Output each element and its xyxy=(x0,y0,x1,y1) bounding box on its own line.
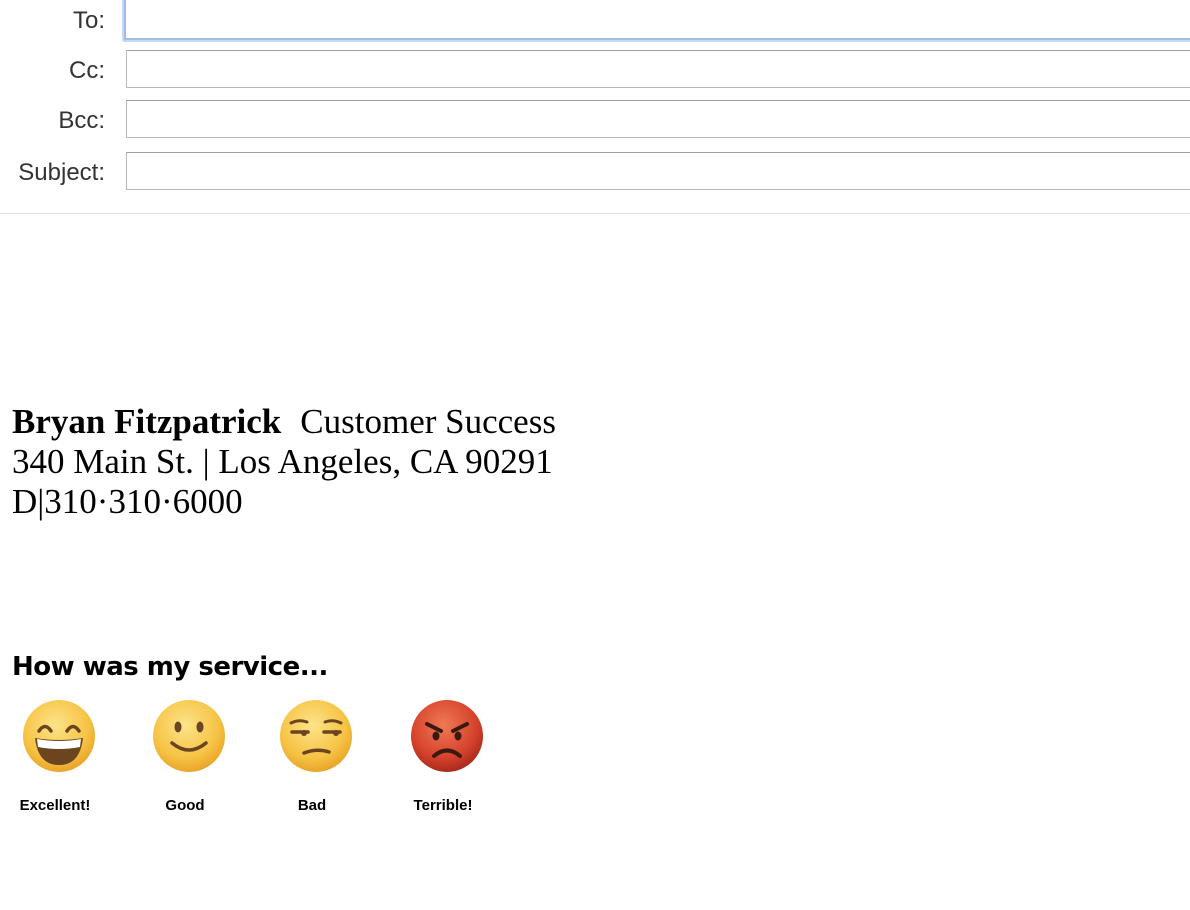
unamused-face-icon xyxy=(280,700,352,772)
signature-title: Customer Success xyxy=(300,402,556,441)
bcc-input[interactable] xyxy=(126,100,1190,138)
rating-label-terrible: Terrible! xyxy=(413,797,473,814)
to-input[interactable] xyxy=(124,0,1190,40)
to-label: To: xyxy=(72,7,105,34)
signature-address: 340 Main St. | Los Angeles, CA 90291 xyxy=(12,442,553,481)
cc-field-row: Cc: xyxy=(0,50,1190,92)
rating-bad[interactable]: Bad xyxy=(257,697,367,827)
cc-label: Cc: xyxy=(69,57,105,84)
cc-input[interactable] xyxy=(126,50,1190,88)
slightly-smiling-face-icon xyxy=(153,700,225,772)
header-divider xyxy=(0,213,1190,214)
survey-heading: How was my service... xyxy=(12,652,328,682)
rating-label-bad: Bad xyxy=(297,797,327,814)
rating-label-excellent: Excellent! xyxy=(19,797,91,814)
email-signature: Bryan Fitzpatrick Customer Success 340 Ma… xyxy=(12,402,556,522)
compose-header: To: Cc: Bcc: Subject: xyxy=(0,0,1190,214)
grinning-face-icon xyxy=(23,700,95,772)
bcc-label: Bcc: xyxy=(58,107,105,134)
to-field-row: To: xyxy=(0,0,1190,42)
rating-excellent[interactable]: Excellent! xyxy=(0,697,110,827)
rating-label-good: Good xyxy=(165,797,205,814)
bcc-field-row: Bcc: xyxy=(0,100,1190,142)
rating-good[interactable]: Good xyxy=(130,697,240,827)
angry-face-icon xyxy=(411,700,483,772)
signature-name-line: Bryan Fitzpatrick Customer Success xyxy=(12,402,556,442)
signature-name: Bryan Fitzpatrick xyxy=(12,402,282,441)
rating-terrible[interactable]: Terrible! xyxy=(388,697,498,827)
subject-label: Subject: xyxy=(18,159,105,186)
subject-field-row: Subject: xyxy=(0,152,1190,194)
subject-input[interactable] xyxy=(126,152,1190,190)
signature-phone: D|310·310·6000 xyxy=(12,482,243,521)
